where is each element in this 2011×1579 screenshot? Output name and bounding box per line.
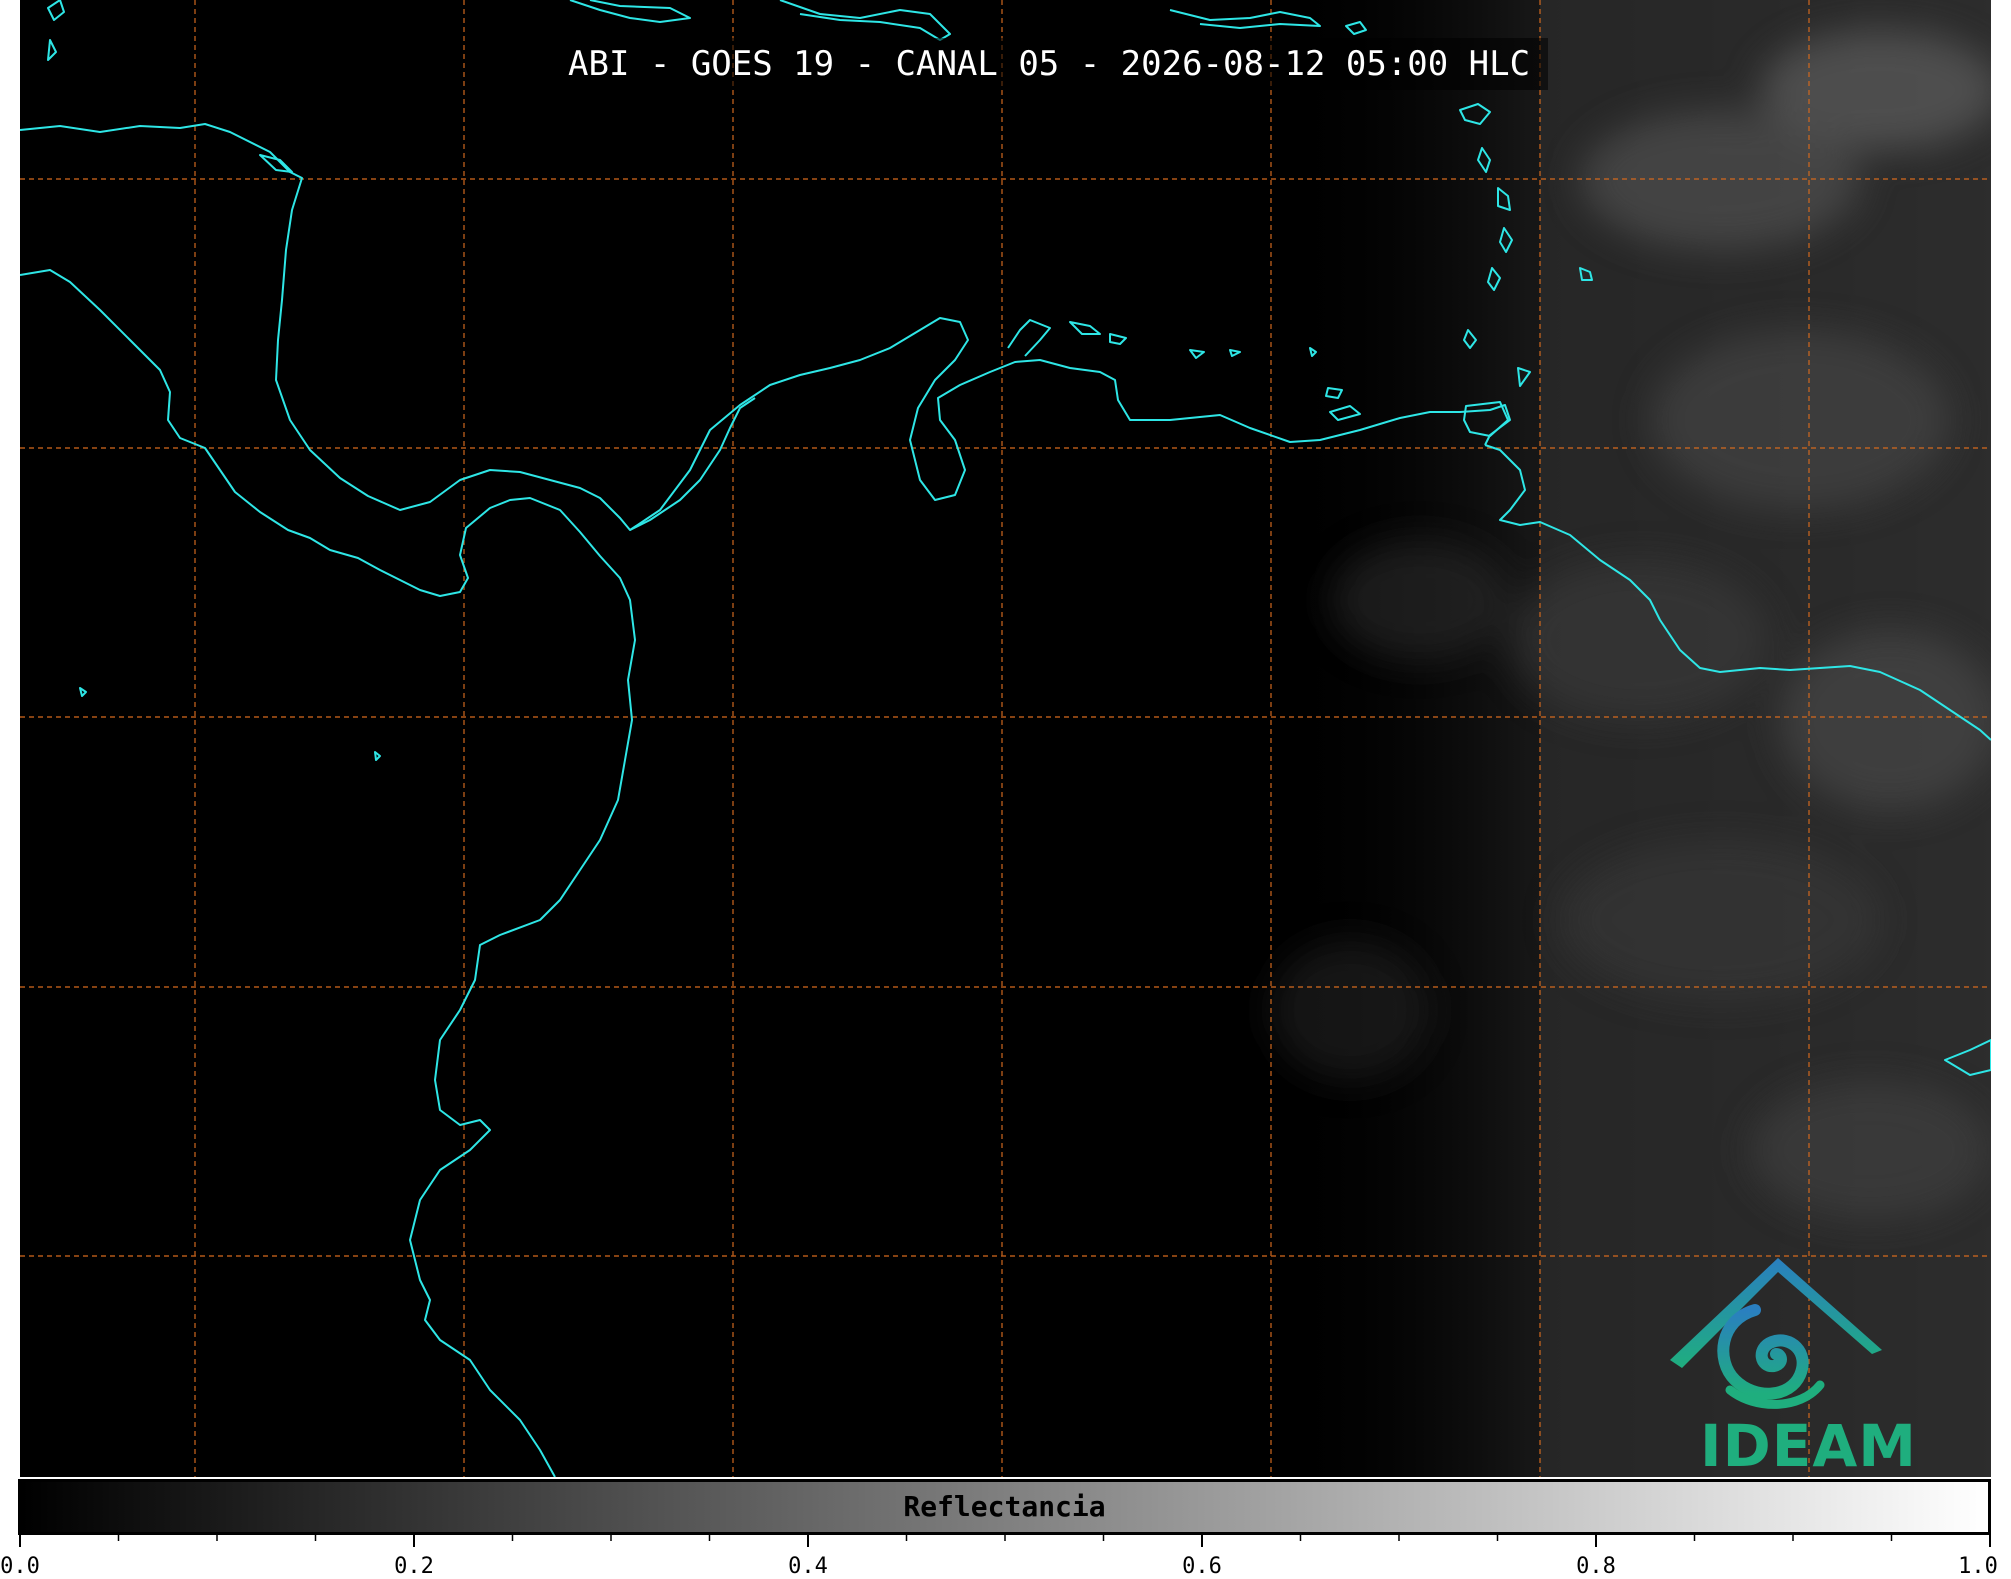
coastline-island bbox=[779, 0, 951, 41]
coastline-island bbox=[569, 0, 691, 23]
coastline-central-america bbox=[20, 123, 756, 531]
satellite-map: ABI - GOES 19 - CANAL 05 - 2026-08-12 05… bbox=[20, 0, 1991, 1477]
coastline-island bbox=[1069, 321, 1101, 335]
colorbar-tick-label: 1.0 bbox=[1958, 1554, 1998, 1579]
colorbar-tick-label: 0.2 bbox=[394, 1554, 434, 1579]
coastline-island bbox=[79, 687, 87, 697]
coastline-island bbox=[47, 39, 57, 61]
colorbar-tick-label: 0.8 bbox=[1576, 1554, 1616, 1579]
coastline-island bbox=[1229, 349, 1241, 357]
colorbar-label: Reflectancia bbox=[903, 1490, 1106, 1523]
coastline-island bbox=[47, 0, 65, 21]
colorbar-tick-label: 0.6 bbox=[1182, 1554, 1222, 1579]
coastline-guajira bbox=[1007, 319, 1051, 357]
map-title: ABI - GOES 19 - CANAL 05 - 2026-08-12 05… bbox=[550, 38, 1549, 90]
coastline-island bbox=[1109, 333, 1127, 345]
logo-text: IDEAM bbox=[1700, 1412, 1917, 1477]
coastline-island bbox=[374, 751, 381, 761]
colorbar-ticks bbox=[19, 1533, 1991, 1547]
coastline-pacific-ca bbox=[20, 269, 636, 1477]
colorbar-tick-label: 0.4 bbox=[788, 1554, 828, 1579]
colorbar-tick-label: 0.0 bbox=[0, 1554, 40, 1579]
coastline-island bbox=[1189, 349, 1205, 359]
colorbar: Reflectancia bbox=[18, 1479, 1991, 1535]
